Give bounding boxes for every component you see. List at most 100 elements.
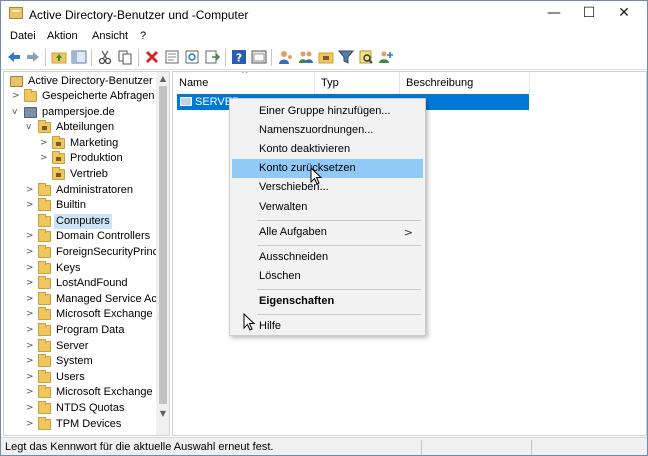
expand-right-icon[interactable]: >: [26, 323, 35, 338]
tree-item[interactable]: > Produktion: [40, 151, 169, 166]
context-menu-item[interactable]: Eigenschaften: [232, 292, 423, 311]
find-icon[interactable]: [358, 49, 374, 65]
help-icon[interactable]: ?: [231, 49, 247, 65]
tree-item[interactable]: > Users: [26, 369, 166, 385]
context-menu-item[interactable]: Konto zurücksetzen: [232, 159, 423, 179]
context-menu-item[interactable]: Löschen: [232, 267, 423, 286]
context-menu-item-label: Ausschneiden: [259, 250, 329, 263]
context-menu: Einer Gruppe hinzufügen... Namenszuordnun…: [229, 98, 426, 336]
ou-icon[interactable]: [318, 49, 334, 65]
tree-item[interactable]: > Managed Service Acc: [26, 291, 166, 307]
menu-datei[interactable]: Datei: [10, 30, 36, 42]
expand-right-icon[interactable]: >: [26, 339, 35, 354]
expand-right-icon[interactable]: >: [26, 385, 35, 400]
expand-right-icon[interactable]: >: [26, 276, 35, 291]
tree-item[interactable]: > System: [26, 354, 166, 369]
tree-item[interactable]: > NTDS Quotas: [26, 401, 166, 416]
group-icon[interactable]: [298, 49, 314, 65]
tree-item[interactable]: > Gespeicherte Abfragen: [12, 89, 155, 104]
expand-right-icon[interactable]: >: [26, 261, 35, 276]
context-menu-item[interactable]: Alle Aufgaben >: [232, 223, 423, 242]
filter-icon[interactable]: [338, 49, 354, 65]
folder-icon: [38, 338, 51, 352]
tree-item[interactable]: > Microsoft Exchange S: [26, 307, 166, 322]
up-folder-icon[interactable]: [51, 49, 67, 65]
refresh-icon[interactable]: [184, 49, 200, 65]
scrollbar-thumb[interactable]: [159, 86, 167, 404]
toolbar: ?: [1, 46, 647, 70]
cut-icon[interactable]: [97, 49, 113, 65]
column-header-beschreibung[interactable]: Beschreibung: [400, 72, 530, 94]
context-menu-item-label: Verwalten: [259, 200, 308, 213]
tree-item[interactable]: > Keys: [26, 260, 166, 276]
expand-right-icon[interactable]: >: [40, 136, 49, 151]
expand-right-icon[interactable]: >: [26, 245, 35, 260]
folder-icon: [52, 167, 65, 180]
expand-right-icon[interactable]: >: [26, 417, 35, 432]
tree-item[interactable]: Computers: [26, 213, 166, 229]
context-menu-item[interactable]: Verwalten: [232, 198, 423, 217]
expand-right-icon: [40, 167, 49, 182]
tree-item[interactable]: > Server: [26, 338, 166, 354]
column-header-typ[interactable]: Typ: [315, 72, 400, 94]
copy-icon[interactable]: [117, 49, 133, 65]
context-menu-item[interactable]: Einer Gruppe hinzufügen...: [232, 102, 423, 121]
context-menu-item[interactable]: Namenszuordnungen...: [232, 121, 423, 140]
close-button[interactable]: ✕: [601, 1, 647, 27]
expand-right-icon[interactable]: >: [26, 198, 35, 213]
context-menu-item[interactable]: Verschieben...: [232, 178, 423, 197]
tree-item[interactable]: v pampersjoe.de: [12, 105, 152, 120]
tree-item-label: Domain Controllers: [56, 230, 151, 243]
expand-right-icon[interactable]: >: [26, 229, 35, 244]
context-menu-item[interactable]: Konto deaktivieren: [232, 140, 423, 159]
column-header-name[interactable]: Name ^: [173, 72, 315, 94]
tree-item-label: Produktion: [70, 152, 123, 165]
console-icon[interactable]: [251, 49, 267, 65]
tree-item-label: TPM Devices: [56, 417, 122, 430]
console-root-icon: [10, 76, 23, 87]
tree-item[interactable]: > TPM Devices: [26, 416, 166, 432]
tree-item[interactable]: > Microsoft Exchange S: [26, 385, 166, 400]
toolbar-separator: [138, 49, 139, 66]
expand-right-icon[interactable]: >: [26, 183, 35, 198]
properties-icon[interactable]: [164, 49, 180, 65]
expand-right-icon[interactable]: >: [26, 307, 35, 322]
delete-icon[interactable]: [144, 49, 160, 65]
tree-item-label: Builtin: [56, 199, 86, 212]
menu-aktion[interactable]: Aktion: [47, 30, 78, 42]
expand-down-icon[interactable]: v: [12, 105, 21, 120]
expand-right-icon[interactable]: >: [26, 401, 35, 416]
menu-ansicht[interactable]: Ansicht: [92, 30, 128, 42]
expand-right-icon[interactable]: >: [26, 292, 35, 307]
forward-arrow-icon[interactable]: [25, 49, 41, 65]
tree-vertical-scrollbar[interactable]: ▲ ▼: [156, 72, 169, 435]
tree-item-label: NTDS Quotas: [56, 402, 125, 414]
expand-right-icon[interactable]: >: [40, 151, 49, 166]
export-icon[interactable]: [204, 49, 220, 65]
users-icon[interactable]: [278, 49, 294, 65]
show-tree-icon[interactable]: [71, 49, 87, 65]
context-menu-item-label: Hilfe: [259, 320, 282, 332]
tree-item[interactable]: v Abteilungen: [26, 120, 166, 135]
tree-item[interactable]: > Administratoren: [26, 182, 166, 198]
tree-item[interactable]: Vertrieb: [40, 167, 169, 182]
tree-item[interactable]: > Builtin: [26, 198, 166, 213]
folder-icon: [52, 135, 65, 149]
scroll-down-icon[interactable]: ▼: [156, 407, 169, 421]
tree-item[interactable]: > ForeignSecurityPrinci: [26, 245, 166, 260]
tree-item[interactable]: > Marketing: [40, 135, 169, 151]
tree-root[interactable]: Active Directory-Benutzer un: [8, 74, 168, 89]
tree-item[interactable]: > Domain Controllers: [26, 229, 166, 244]
expand-down-icon[interactable]: v: [26, 120, 35, 135]
expand-right-icon[interactable]: >: [26, 354, 35, 369]
back-arrow-icon[interactable]: [6, 49, 22, 65]
expand-right-icon[interactable]: >: [12, 89, 21, 104]
scroll-up-icon[interactable]: ▲: [156, 72, 169, 86]
expand-right-icon[interactable]: >: [26, 370, 35, 385]
menu-help[interactable]: ?: [140, 30, 146, 42]
tree-item[interactable]: > Program Data: [26, 323, 166, 338]
context-menu-item[interactable]: Hilfe: [232, 317, 423, 336]
add-to-group-icon[interactable]: [378, 49, 394, 65]
tree-item[interactable]: > LostAndFound: [26, 276, 166, 291]
context-menu-item[interactable]: Ausschneiden: [232, 248, 423, 267]
